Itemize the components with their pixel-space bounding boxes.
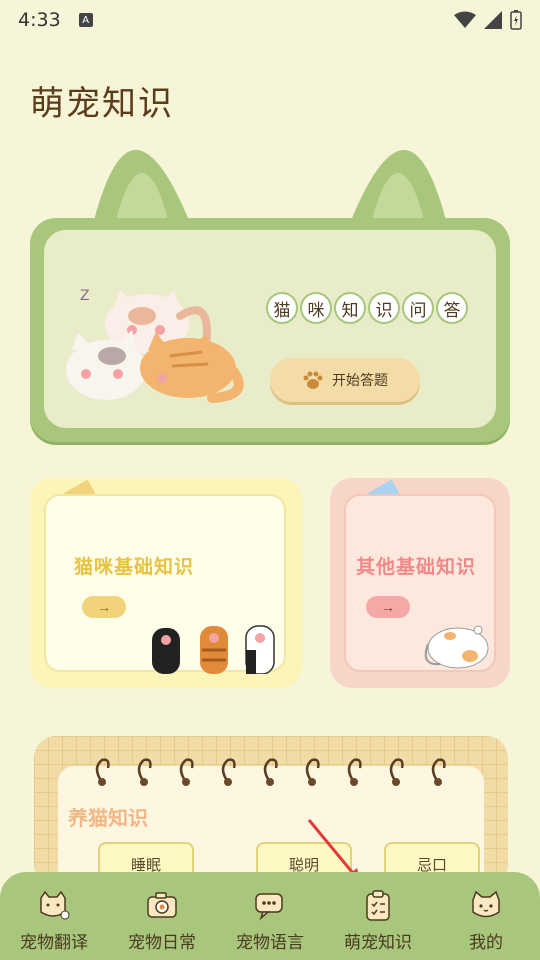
ring-icon: [179, 758, 194, 786]
status-time: 4:33: [18, 9, 61, 31]
left-ear-decoration: [92, 149, 192, 228]
ring-icon: [347, 758, 362, 786]
status-right: [454, 10, 522, 30]
quiz-title: 猫 咪 知 识 问 答: [266, 292, 468, 324]
signal-icon: [484, 11, 502, 29]
ring-icon: [305, 758, 320, 786]
notebook-title: 养猫知识: [68, 806, 148, 830]
other-basics-card-inner: 其他基础知识 →: [344, 494, 496, 672]
battery-icon: [510, 10, 522, 30]
quiz-title-char: 答: [436, 292, 468, 324]
quiz-title-char: 咪: [300, 292, 332, 324]
wifi-icon: [454, 11, 476, 28]
sleep-z-text: Z: [80, 288, 90, 304]
cat-basics-card-inner: 猫咪基础知识 →: [44, 494, 286, 674]
quiz-title-char: 识: [368, 292, 400, 324]
ring-icon: [221, 758, 236, 786]
ring-icon: [95, 758, 110, 786]
other-basics-title: 其他基础知识: [356, 556, 477, 578]
nav-item-pet-daily[interactable]: 宠物日常: [112, 888, 212, 953]
camera-icon: [147, 892, 177, 918]
quiz-title-char: 问: [402, 292, 434, 324]
bottom-nav: 宠物翻译 宠物日常 宠物语言 萌宠知识 我的: [0, 872, 540, 960]
right-ear-decoration: [348, 149, 448, 228]
nav-label: 宠物日常: [128, 933, 196, 953]
nav-item-pet-translate[interactable]: 宠物翻译: [4, 888, 104, 953]
nav-item-pet-knowledge[interactable]: 萌宠知识: [328, 888, 428, 953]
other-basics-card[interactable]: 其他基础知识 →: [330, 478, 510, 688]
quiz-card-inner: Z 猫 咪 知 识 问 答 开始答题: [44, 230, 496, 428]
lying-cat-illustration: [424, 625, 489, 669]
ring-icon: [137, 758, 152, 786]
clipboard-icon: [366, 890, 390, 921]
page-title: 萌宠知识: [30, 84, 174, 124]
chat-bubble-icon: [255, 893, 283, 921]
sleeping-cats-illustration: Z: [66, 288, 244, 403]
nav-label: 宠物翻译: [20, 933, 88, 953]
start-quiz-label: 开始答题: [332, 373, 388, 389]
ring-icon: [263, 758, 278, 786]
ring-icon: [431, 758, 446, 786]
status-bar: 4:33 A: [0, 0, 540, 40]
nav-label: 萌宠知识: [344, 933, 412, 953]
paw-icon: [303, 371, 323, 389]
quiz-card-frame: Z 猫 咪 知 识 问 答 开始答题: [30, 218, 510, 442]
cat-basics-arrow-button[interactable]: →: [82, 596, 126, 618]
cat-face-icon: [472, 890, 500, 918]
cat-paws-illustration: [152, 625, 275, 674]
ring-icon: [389, 758, 404, 786]
start-quiz-button[interactable]: 开始答题: [270, 358, 420, 402]
nav-item-pet-language[interactable]: 宠物语言: [220, 888, 320, 953]
nav-item-mine[interactable]: 我的: [436, 888, 536, 953]
cat-raising-knowledge-card[interactable]: 养猫知识 睡眠 聪明 忌口: [34, 736, 508, 896]
notification-icon: A: [78, 13, 93, 27]
cat-translate-icon: [40, 890, 70, 920]
cat-basics-title: 猫咪基础知识: [74, 556, 195, 578]
nav-label: 我的: [469, 933, 503, 953]
quiz-card[interactable]: Z 猫 咪 知 识 问 答 开始答题: [30, 148, 510, 448]
other-basics-arrow-button[interactable]: →: [366, 596, 410, 618]
quiz-title-char: 知: [334, 292, 366, 324]
quiz-title-char: 猫: [266, 292, 298, 324]
nav-label: 宠物语言: [236, 933, 304, 953]
cat-basics-card[interactable]: 猫咪基础知识 →: [30, 478, 302, 688]
